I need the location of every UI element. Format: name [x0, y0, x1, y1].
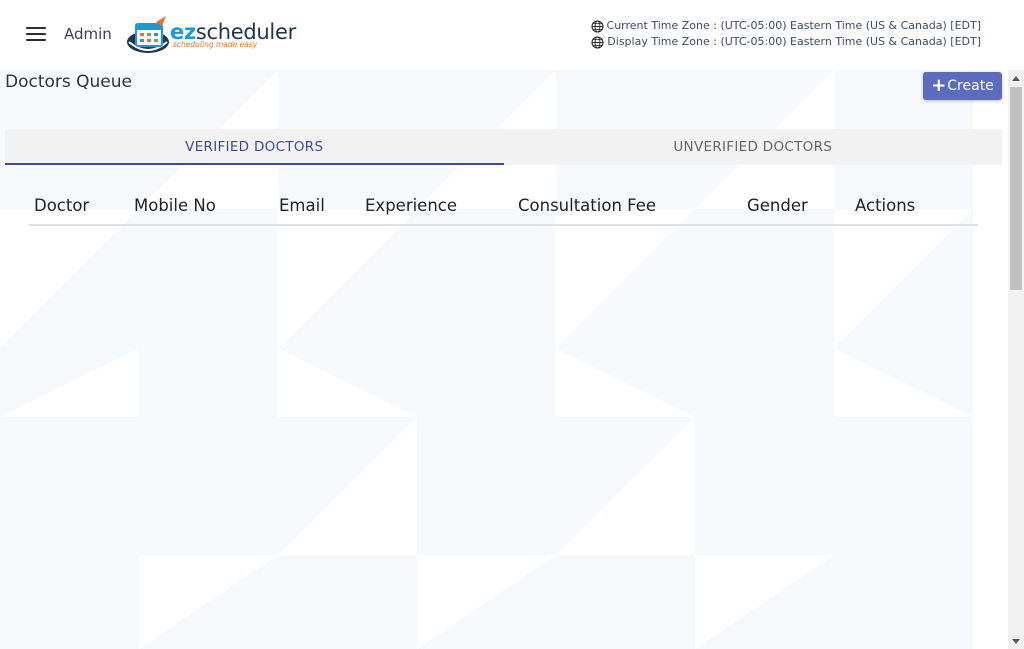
menu-icon[interactable] — [26, 27, 46, 43]
current-time-zone-text: Current Time Zone : (UTC-05:00) Eastern … — [606, 19, 981, 32]
tab-unverified-doctors[interactable]: UNVERIFIED DOCTORS — [504, 129, 1003, 165]
plus-icon: + — [931, 75, 947, 96]
admin-label[interactable]: Admin — [64, 25, 112, 43]
app-header: Admin ezscheduler scheduling made easy C… — [0, 0, 1024, 70]
time-zone-info: Current Time Zone : (UTC-05:00) Eastern … — [590, 18, 981, 50]
doctor-tabs: VERIFIED DOCTORS UNVERIFIED DOCTORS — [5, 129, 1002, 165]
column-header-mobile-no[interactable]: Mobile No — [134, 196, 216, 215]
create-button[interactable]: + Create — [923, 72, 1002, 100]
globe-icon — [591, 35, 604, 49]
column-header-consultation-fee[interactable]: Consultation Fee — [518, 196, 656, 215]
column-header-actions: Actions — [855, 196, 916, 215]
column-header-gender[interactable]: Gender — [747, 196, 808, 215]
current-time-zone: Current Time Zone : (UTC-05:00) Eastern … — [590, 18, 981, 34]
display-time-zone-text: Display Time Zone : (UTC-05:00) Eastern … — [607, 35, 981, 48]
main-content: Doctors Queue + Create VERIFIED DOCTORS … — [0, 70, 1008, 649]
display-time-zone[interactable]: Display Time Zone : (UTC-05:00) Eastern … — [591, 34, 981, 50]
tab-verified-doctors[interactable]: VERIFIED DOCTORS — [5, 129, 504, 165]
logo-tagline: scheduling made easy — [173, 40, 258, 49]
globe-icon — [590, 19, 604, 33]
vertical-scrollbar[interactable] — [1008, 70, 1024, 649]
column-header-email[interactable]: Email — [279, 196, 325, 215]
scroll-thumb[interactable] — [1010, 87, 1022, 290]
column-header-experience[interactable]: Experience — [365, 196, 457, 215]
create-button-label: Create — [947, 78, 994, 94]
calendar-logo-icon — [127, 16, 169, 53]
scroll-up-icon[interactable] — [1008, 70, 1024, 86]
column-header-doctor[interactable]: Doctor — [34, 196, 89, 215]
page-title: Doctors Queue — [5, 72, 133, 92]
ezscheduler-logo[interactable]: ezscheduler scheduling made easy — [126, 14, 298, 56]
table-header: Doctor Mobile No Email Experience Consul… — [29, 194, 978, 226]
scroll-down-icon[interactable] — [1008, 633, 1024, 649]
